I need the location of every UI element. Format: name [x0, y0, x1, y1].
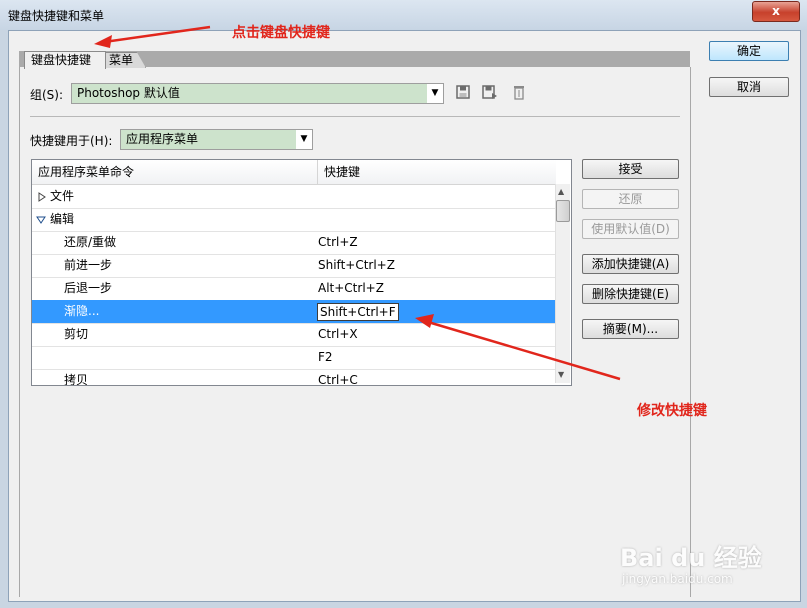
annotation-arrows	[94, 25, 621, 381]
watermark-url: jingyan.baidu.com	[622, 572, 733, 586]
annotation-edit-hint: 修改快捷键	[637, 403, 707, 419]
watermark-logo: Bai du 经验	[620, 544, 762, 572]
annotation-tab-hint: 点击键盘快捷键	[232, 25, 330, 41]
